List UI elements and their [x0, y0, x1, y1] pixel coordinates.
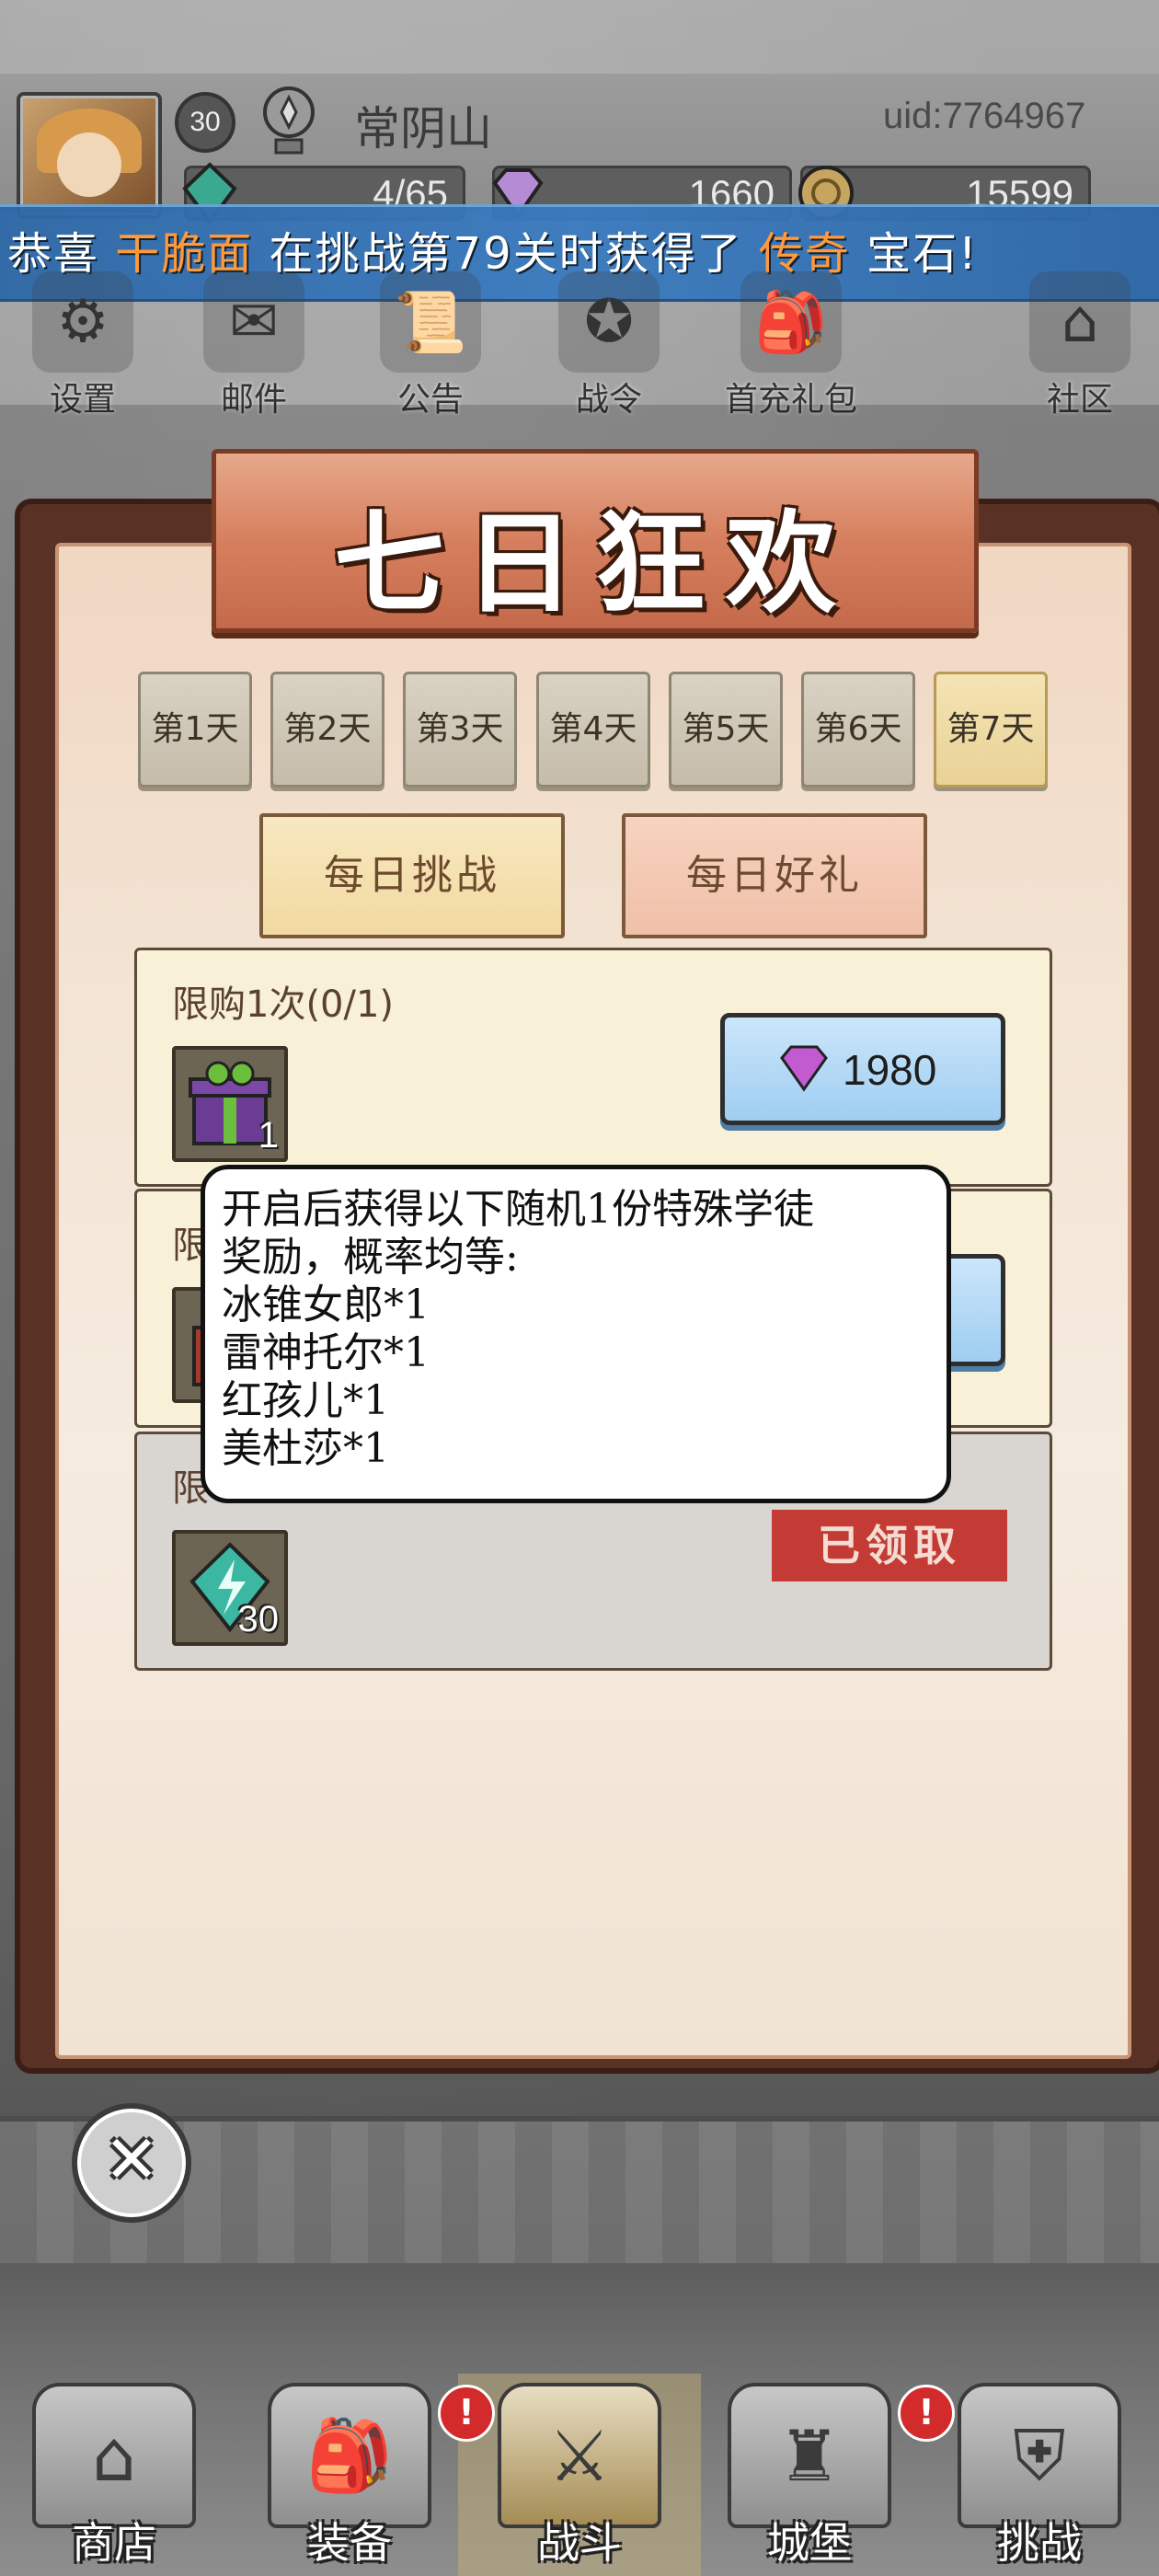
tab-daily-gift[interactable]: 每日好礼	[622, 813, 927, 938]
castle-hat-icon: ♜	[728, 2383, 891, 2528]
top-menu-battle-pass[interactable]: ✪ 战令	[545, 271, 673, 419]
trophy-icon[interactable]	[256, 85, 322, 158]
nav-shop[interactable]: ⌂ 商店	[13, 2383, 215, 2576]
tab-day-7[interactable]: 第7天	[934, 672, 1048, 788]
top-menu-settings[interactable]: ⚙ 设置	[18, 271, 147, 419]
tooltip-line: 冰锥女郎*1	[222, 1282, 430, 1328]
item-title: 限购1次(0/1)	[172, 983, 395, 1026]
shop-hut-icon: ⌂	[32, 2383, 196, 2528]
nav-castle[interactable]: ♜ 城堡	[708, 2383, 911, 2576]
mail-icon: ✉	[203, 271, 304, 373]
close-icon: ✕	[103, 2121, 160, 2198]
tab-day-3[interactable]: 第3天	[403, 672, 517, 788]
tab-day-6[interactable]: 第6天	[801, 672, 915, 788]
nav-challenge[interactable]: ⛨ 挑战	[938, 2383, 1141, 2576]
player-level-badge: 30	[175, 92, 235, 153]
energy-crystal-icon[interactable]: 30	[172, 1530, 288, 1646]
gift-bag-icon: 🎒	[740, 271, 842, 373]
backpack-icon: 🎒	[268, 2383, 431, 2528]
player-avatar[interactable]	[17, 92, 162, 219]
gear-icon: ⚙	[32, 271, 133, 373]
shield-icon: ⛨	[958, 2383, 1121, 2528]
nav-battle[interactable]: ⚔ 战斗	[478, 2383, 681, 2576]
tooltip-line: 美杜莎*1	[222, 1425, 389, 1472]
top-menu-notice[interactable]: 📜 公告	[366, 271, 495, 419]
tooltip-line: 雷神托尔*1	[222, 1329, 430, 1376]
reward-item-1: 限购1次(0/1) 1 1980	[134, 948, 1052, 1187]
tab-daily-challenge[interactable]: 每日挑战	[259, 813, 565, 938]
purple-gift-box-icon[interactable]: 1	[172, 1046, 288, 1162]
top-menu-community[interactable]: ⌂ 社区	[1016, 271, 1144, 419]
tooltip-line: 开启后获得以下随机1份特殊学徒	[222, 1186, 814, 1233]
tooltip-line: 奖励，概率均等:	[222, 1234, 519, 1281]
tab-day-5[interactable]: 第5天	[669, 672, 783, 788]
modal-title: 七日狂欢	[334, 499, 856, 628]
home-icon: ⌂	[1029, 271, 1130, 373]
scroll-icon: 📜	[380, 271, 481, 373]
modal-title-banner: 七日狂欢	[212, 449, 979, 633]
tab-day-2[interactable]: 第2天	[270, 672, 384, 788]
tooltip-line: 红孩儿*1	[222, 1377, 389, 1424]
buy-with-gems-button[interactable]: 1980	[720, 1013, 1005, 1125]
reward-tooltip: 开启后获得以下随机1份特殊学徒 奖励，概率均等: 冰锥女郎*1 雷神托尔*1 红…	[201, 1165, 951, 1503]
top-menu-mail[interactable]: ✉ 邮件	[189, 271, 318, 419]
claimed-stamp: 已领取	[772, 1510, 1007, 1581]
crossed-swords-icon: ⚔	[498, 2383, 661, 2528]
player-name: 常阴山	[354, 102, 492, 155]
top-menu-first-recharge[interactable]: 🎒 首充礼包	[699, 271, 883, 419]
nav-equipment[interactable]: 🎒 装备	[248, 2383, 451, 2576]
gem-icon	[780, 1045, 828, 1092]
tab-day-1[interactable]: 第1天	[138, 672, 252, 788]
close-button[interactable]: ✕	[72, 2103, 191, 2223]
player-uid: uid:7764967	[883, 96, 1086, 136]
battle-pass-icon: ✪	[558, 271, 660, 373]
tab-day-4[interactable]: 第4天	[536, 672, 650, 788]
